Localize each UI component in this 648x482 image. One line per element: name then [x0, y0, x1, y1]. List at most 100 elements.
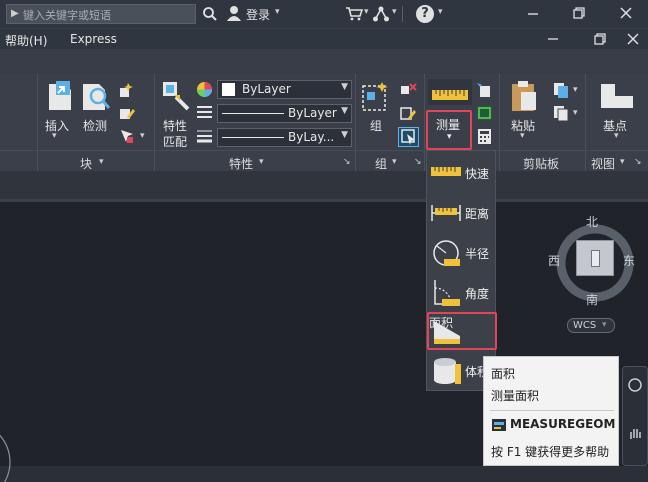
pan-hand-icon[interactable] [627, 425, 643, 441]
measure-item-quick[interactable]: 快速 [427, 153, 497, 193]
paste-icon[interactable] [509, 79, 539, 113]
restore-icon[interactable] [573, 7, 585, 19]
inspect-icon[interactable] [80, 79, 112, 113]
steering-wheel-icon[interactable] [627, 377, 643, 393]
create-block-icon[interactable] [119, 82, 135, 98]
lineweight-preview [222, 137, 284, 138]
color-combo-arrow-icon[interactable]: ▼ [341, 82, 348, 92]
measure-dropdown-menu: 快速 距离 半径 角度 面积 体积 [426, 150, 497, 391]
login-dropdown-icon[interactable]: ▾ [275, 7, 280, 17]
block-attribute-icon[interactable] [119, 128, 135, 144]
doc-minimize-icon[interactable] [548, 34, 558, 44]
lineweight-combo[interactable]: ByLay... ▼ [217, 128, 352, 147]
properties-group-dropdown-icon[interactable]: ▾ [259, 157, 264, 167]
measure-item-label: 半径 [465, 247, 490, 261]
calculator-icon[interactable] [476, 128, 493, 145]
radius-icon [433, 240, 460, 266]
search-input[interactable]: 键入关键字或短语 [23, 7, 111, 23]
base-view-icon[interactable] [597, 80, 637, 112]
compass-west[interactable]: 西 [548, 252, 560, 269]
properties-group-label: 特性 [229, 157, 254, 171]
area-icon [434, 321, 460, 344]
copy-clip-icon[interactable] [553, 82, 570, 98]
match-label-2[interactable]: 匹配 [163, 133, 187, 150]
ribbon-separator [154, 74, 155, 171]
group-label[interactable]: 组 [370, 117, 382, 134]
viewcube-face[interactable] [576, 240, 614, 276]
cart-dropdown-icon[interactable]: ▾ [364, 7, 369, 17]
wcs-menu[interactable]: WCS ▾ [567, 318, 615, 333]
insert-block-icon[interactable] [46, 79, 76, 113]
linetype-value: ByLayer [288, 106, 337, 120]
linetype-icon[interactable] [196, 104, 213, 120]
measure-item-radius[interactable]: 半径 [427, 233, 497, 273]
search-icon[interactable] [202, 6, 218, 22]
help-icon[interactable]: ? [416, 5, 434, 23]
command-icon [492, 419, 506, 431]
view-launcher-icon[interactable]: ↘ [634, 157, 642, 167]
menu-help[interactable]: 帮助(H) [5, 32, 47, 49]
inspect-label[interactable]: 检测 [83, 117, 107, 134]
quick-select-icon[interactable] [476, 105, 493, 121]
id-point-icon[interactable] [476, 82, 493, 98]
insert-label[interactable]: 插入 [45, 117, 69, 134]
measure-item-angle[interactable]: 角度 [427, 273, 497, 313]
ucs-arc [0, 434, 11, 482]
menu-express[interactable]: Express [70, 32, 117, 46]
lineweight-icon[interactable] [196, 128, 213, 144]
properties-launcher-icon[interactable]: ↘ [343, 157, 351, 167]
view-group-dropdown-icon[interactable]: ▾ [620, 157, 625, 167]
ruler-quick-icon [431, 167, 461, 176]
group-icon[interactable] [360, 80, 392, 114]
compass-north[interactable]: 北 [586, 213, 598, 230]
block-group-dropdown-icon[interactable]: ▾ [99, 157, 104, 167]
user-icon[interactable] [226, 5, 242, 22]
navigation-bar [622, 366, 648, 466]
color-wheel-icon[interactable] [196, 81, 213, 98]
color-value: ByLayer [242, 82, 291, 96]
insert-dropdown-icon[interactable]: ▾ [52, 131, 57, 141]
share-dropdown-icon[interactable]: ▾ [392, 7, 397, 17]
base-dropdown-icon[interactable]: ▾ [614, 131, 619, 141]
close-icon[interactable] [620, 7, 632, 19]
doc-close-icon[interactable] [627, 33, 639, 45]
login-button[interactable]: 登录 [246, 6, 270, 23]
file-tab-bar [0, 171, 648, 199]
ribbon-separator [37, 74, 38, 171]
block-more-icon[interactable]: ▾ [140, 131, 145, 141]
lineweight-combo-arrow-icon[interactable]: ▼ [341, 130, 348, 140]
copy-icon[interactable] [553, 105, 570, 121]
match-label-1[interactable]: 特性 [163, 117, 187, 134]
search-box[interactable]: ▶ 键入关键字或短语 [6, 4, 196, 24]
measure-button[interactable]: 测量 ▾ [426, 110, 472, 150]
compass-south[interactable]: 南 [586, 291, 598, 308]
copy-dropdown-icon[interactable]: ▾ [573, 85, 578, 95]
ruler-icon [432, 90, 468, 100]
linetype-combo-arrow-icon[interactable]: ▼ [341, 106, 348, 116]
measure-item-area[interactable]: 面积 [427, 312, 497, 350]
minimize-icon[interactable] [527, 8, 539, 20]
tooltip-divider [490, 410, 614, 411]
color-combo[interactable]: ByLayer ▼ [217, 80, 352, 99]
share-icon[interactable] [372, 5, 390, 23]
group-selection-toggle[interactable] [398, 127, 419, 147]
paste-dropdown-icon[interactable]: ▾ [520, 131, 525, 141]
match-properties-icon[interactable] [160, 79, 192, 113]
group-edit-icon[interactable] [400, 105, 417, 121]
measure-item-distance[interactable]: 距离 [427, 193, 497, 233]
measure-top-tile [428, 79, 472, 105]
ungroup-icon[interactable] [400, 82, 417, 98]
group-launcher-icon[interactable]: ↘ [414, 157, 422, 167]
expand-arrow-icon[interactable]: ▶ [11, 8, 19, 19]
ribbon-separator [585, 74, 586, 171]
doc-restore-icon[interactable] [594, 33, 606, 45]
copy2-dropdown-icon[interactable]: ▾ [573, 108, 578, 118]
compass-east[interactable]: 东 [623, 252, 635, 269]
help-dropdown-icon[interactable]: ▾ [438, 7, 443, 17]
lineweight-value: ByLay... [288, 130, 335, 144]
cart-icon[interactable] [345, 7, 363, 21]
block-group-label: 块 [80, 157, 93, 171]
group-group-dropdown-icon[interactable]: ▾ [392, 157, 397, 167]
edit-block-icon[interactable] [119, 105, 135, 121]
linetype-combo[interactable]: ByLayer ▼ [217, 104, 352, 123]
